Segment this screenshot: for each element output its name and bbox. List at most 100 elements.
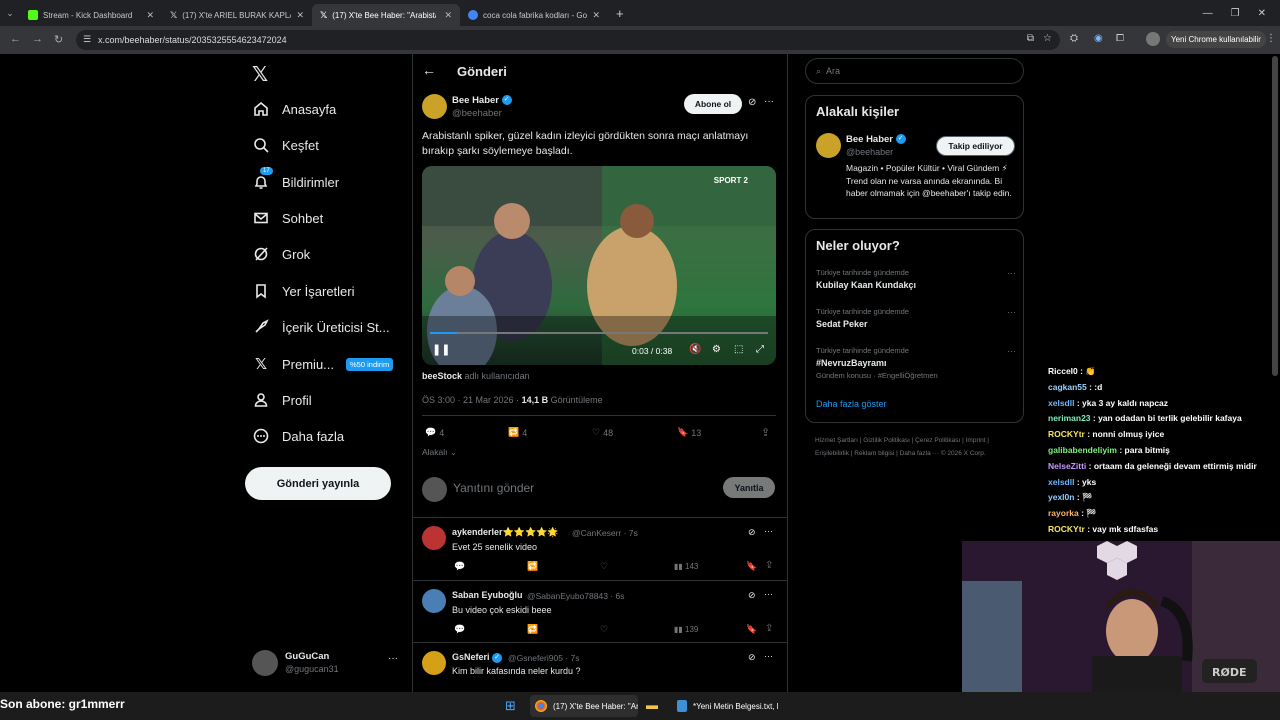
- chrome-update-pill[interactable]: Yeni Chrome kullanılabilir: [1166, 31, 1266, 48]
- nav-item-more[interactable]: Daha fazla: [252, 427, 344, 445]
- reply-stat[interactable]: 💬 4: [425, 427, 444, 438]
- post-button[interactable]: Gönderi yayınla: [245, 467, 391, 500]
- reply-item[interactable]: Saban Eyuboğlu @SabanEyubo78843 · 6s ⊘ ·…: [412, 580, 788, 642]
- browser-tab-beehaber[interactable]: 𝕏 (17) X'te Bee Haber: "Arabistan ✕: [312, 4, 460, 26]
- more-horizontal-icon[interactable]: ···: [764, 651, 773, 661]
- nav-item-profile[interactable]: Profil: [252, 391, 312, 409]
- more-horizontal-icon[interactable]: ···: [764, 589, 773, 599]
- reply-input[interactable]: Yanıtını gönder: [453, 481, 534, 495]
- source-user-link[interactable]: beeStock: [422, 371, 462, 381]
- show-more-link[interactable]: Daha fazla göster: [816, 399, 887, 409]
- more-horizontal-icon[interactable]: ···: [1007, 346, 1016, 356]
- windows-start-icon[interactable]: ⊞: [505, 698, 516, 714]
- back-icon[interactable]: ←: [10, 33, 21, 45]
- avatar[interactable]: [816, 133, 841, 158]
- heart-icon[interactable]: ♡: [600, 624, 608, 635]
- bookmark-icon[interactable]: 🔖: [746, 624, 757, 635]
- audio-icon[interactable]: ◉: [1094, 33, 1103, 44]
- following-button[interactable]: Takip ediliyor: [936, 136, 1015, 156]
- page-scrollbar[interactable]: [1272, 56, 1278, 376]
- more-horizontal-icon[interactable]: ···: [1007, 307, 1016, 317]
- nav-item-creator-studio[interactable]: İçerik Üreticisi St...: [252, 318, 390, 336]
- grok-icon[interactable]: ⊘: [748, 590, 756, 601]
- reload-icon[interactable]: ↻: [54, 33, 63, 46]
- views-stat[interactable]: ▮▮ 143: [674, 562, 698, 571]
- bookmark-stat[interactable]: 🔖 13: [677, 427, 701, 438]
- share-icon[interactable]: ⇪: [761, 426, 770, 439]
- install-icon[interactable]: ⧉: [1027, 33, 1034, 44]
- mute-icon[interactable]: 🔇: [689, 344, 701, 355]
- close-icon[interactable]: ✕: [296, 10, 304, 21]
- taskbar-notepad[interactable]: *Yeni Metin Belgesi.txt, l: [672, 695, 780, 717]
- forward-icon[interactable]: →: [32, 33, 43, 45]
- nav-item-messages[interactable]: Sohbet: [252, 209, 323, 227]
- menu-kebab-icon[interactable]: ⋮: [1266, 33, 1276, 44]
- nav-item-grok[interactable]: Grok: [252, 245, 310, 263]
- repost-icon[interactable]: 🔁: [527, 624, 538, 635]
- close-icon[interactable]: ✕: [444, 10, 452, 21]
- close-icon[interactable]: ✕: [592, 10, 600, 21]
- site-info-icon[interactable]: ☰: [83, 34, 91, 45]
- reply-item[interactable]: GsNeferi ✓ @Gsneferi905 · 7s ⊘ ··· Kim b…: [412, 642, 788, 692]
- bookmark-icon[interactable]: 🔖: [746, 561, 757, 572]
- folder-icon[interactable]: ▬: [646, 698, 658, 712]
- nav-item-bookmarks[interactable]: Yer İşaretleri: [252, 282, 355, 300]
- grok-icon[interactable]: ⊘: [748, 97, 756, 108]
- address-bar[interactable]: ☰ x.com/beehaber/status/2035325554623472…: [76, 30, 1060, 50]
- share-icon[interactable]: ⇪: [765, 560, 773, 571]
- browser-tab-google[interactable]: coca cola fabrika kodları - Goo ✕: [460, 4, 608, 26]
- window-close-icon[interactable]: ✕: [1258, 8, 1266, 19]
- subscribe-button[interactable]: Abone ol: [684, 94, 742, 114]
- fullscreen-icon[interactable]: ⤢: [756, 344, 764, 355]
- close-icon[interactable]: ✕: [146, 10, 154, 21]
- nav-item-explore[interactable]: Keşfet: [252, 136, 319, 154]
- trend-item[interactable]: Türkiye tarihinde gündemde Sedat Peker ·…: [816, 307, 1016, 329]
- more-horizontal-icon[interactable]: ···: [764, 526, 773, 536]
- extension-icon[interactable]: ⛭: [1070, 33, 1078, 44]
- sort-replies-dropdown[interactable]: Alakalı ⌄: [422, 447, 457, 458]
- nav-item-notifications[interactable]: 17 Bildirimler: [252, 167, 339, 191]
- settings-gear-icon[interactable]: ⚙: [712, 344, 721, 355]
- account-switcher[interactable]: GuGuCan @gugucan31 ···: [252, 648, 402, 680]
- reply-icon[interactable]: 💬: [454, 624, 465, 635]
- more-horizontal-icon[interactable]: ···: [1007, 268, 1016, 278]
- views-stat[interactable]: ▮▮ 139: [674, 625, 698, 634]
- video-player[interactable]: SPORT 2 ❚❚ 0:03 / 0:38 🔇 ⚙ ⬚ ⤢: [422, 166, 776, 365]
- x-logo-icon[interactable]: 𝕏: [252, 62, 268, 87]
- repost-icon[interactable]: 🔁: [527, 561, 538, 572]
- footer-links[interactable]: Hizmet Şartları | Gizlilik Politikası | …: [815, 434, 1015, 460]
- maximize-icon[interactable]: ❐: [1231, 8, 1240, 19]
- like-stat[interactable]: ♡ 48: [592, 427, 613, 438]
- grok-icon[interactable]: ⊘: [748, 652, 756, 663]
- minimize-icon[interactable]: —: [1203, 8, 1213, 19]
- crop-icon[interactable]: ⬚: [734, 344, 743, 355]
- author-handle[interactable]: @beehaber: [452, 108, 502, 119]
- author-avatar[interactable]: [422, 94, 447, 119]
- trend-item[interactable]: Türkiye tarihinde gündemde Kubilay Kaan …: [816, 268, 1016, 290]
- repost-stat[interactable]: 🔁 4: [508, 427, 527, 438]
- reply-item[interactable]: aykenderler⭐⭐⭐⭐🌟 @CanKeserr · 7s ⊘ ··· E…: [412, 517, 788, 580]
- heart-icon[interactable]: ♡: [600, 561, 608, 572]
- reply-button[interactable]: Yanıtla: [723, 477, 775, 498]
- more-horizontal-icon[interactable]: ···: [764, 96, 774, 107]
- nav-item-premium[interactable]: 𝕏 Premiu... %50 indirim: [252, 355, 394, 373]
- pause-icon[interactable]: ❚❚: [432, 343, 450, 356]
- search-input[interactable]: ⌕ Ara: [805, 58, 1024, 84]
- trend-item[interactable]: Türkiye tarihinde gündemde #NevruzBayram…: [816, 346, 1016, 380]
- author-name[interactable]: Bee Haber ✓: [452, 95, 512, 106]
- new-tab-icon[interactable]: +: [616, 6, 624, 21]
- tab-search-icon[interactable]: ⌄: [0, 8, 20, 19]
- back-arrow-icon[interactable]: ←: [422, 62, 436, 78]
- puzzle-icon[interactable]: ⧠: [1116, 33, 1124, 44]
- more-horizontal-icon[interactable]: ···: [388, 653, 398, 664]
- browser-tab-ariel[interactable]: 𝕏 (17) X'te ARIEL BURAK KAPLAN ✕: [162, 4, 312, 26]
- nav-item-home[interactable]: Anasayfa: [252, 100, 336, 118]
- bookmark-star-icon[interactable]: ☆: [1043, 33, 1052, 44]
- video-progress-bar[interactable]: [430, 332, 768, 334]
- browser-tab-kick[interactable]: Stream - Kick Dashboard ✕: [20, 4, 162, 26]
- taskbar-chrome[interactable]: (17) X'te Bee Haber: "Ar: [530, 695, 638, 717]
- grok-icon[interactable]: ⊘: [748, 527, 756, 538]
- share-icon[interactable]: ⇪: [765, 623, 773, 634]
- reply-icon[interactable]: 💬: [454, 561, 465, 572]
- profile-avatar[interactable]: [1146, 32, 1160, 46]
